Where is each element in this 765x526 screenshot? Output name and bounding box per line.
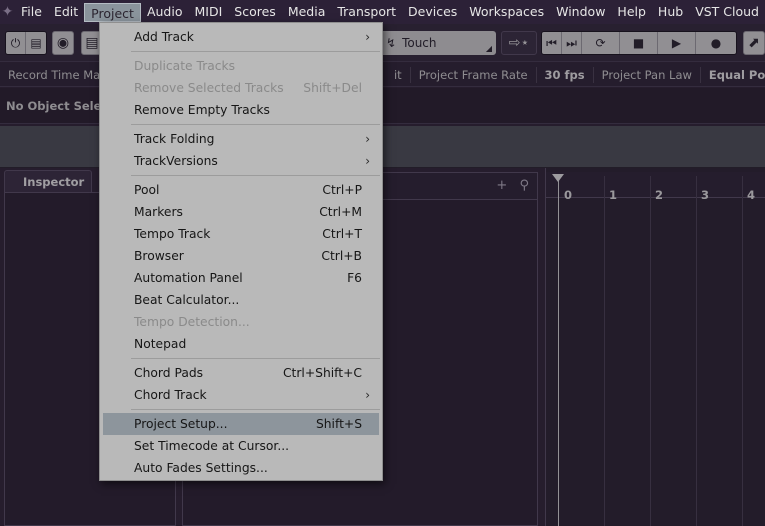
menu-separator [131,124,380,125]
menu-item-chord-track[interactable]: Chord Track › [103,384,379,406]
menu-item-remove-empty-tracks[interactable]: Remove Empty Tracks [103,99,379,121]
menu-item-duplicate-tracks[interactable]: Duplicate Tracks [103,55,379,77]
ruler-tick-0: 0 [564,188,573,202]
info-cut-label: it [386,66,411,83]
stop-icon[interactable]: ■ [620,32,658,54]
ruler-tick-4: 4 [747,188,756,202]
layout-icon[interactable]: ▤ [26,32,46,54]
menu-vst-cloud[interactable]: VST Cloud [689,0,765,24]
menu-item-add-track[interactable]: Add Track › [103,26,379,48]
menu-workspaces[interactable]: Workspaces [463,0,550,24]
menu-audio[interactable]: Audio [141,0,189,24]
menu-item-set-timecode-at-cursor[interactable]: Set Timecode at Cursor... [103,435,379,457]
menu-item-markers[interactable]: Markers Ctrl+M [103,201,379,223]
goto-start-icon[interactable]: ⏮ [542,32,562,54]
menu-hub[interactable]: Hub [652,0,689,24]
grid-line [696,176,697,526]
tab-inspector[interactable]: Inspector [4,170,92,192]
automation-mode-icon: ↯ [386,36,397,50]
menu-separator [131,358,380,359]
automation-mode-value: Touch [402,36,437,50]
grid-line [650,176,651,526]
goto-end-icon[interactable]: ⏭ [562,32,582,54]
menu-item-trackversions[interactable]: TrackVersions › [103,150,379,172]
menu-help[interactable]: Help [611,0,652,24]
menu-separator [131,51,380,52]
step-input-icon[interactable]: ⇨⋆ [501,31,537,55]
pan-law-label[interactable]: Project Pan Law [594,66,701,83]
transport-controls: ⏮ ⏭ ⟳ ■ ▶ ● [541,31,737,55]
menu-project[interactable]: Project [84,3,141,22]
frame-rate-label[interactable]: Project Frame Rate [411,66,537,83]
add-track-icon[interactable]: + [496,178,507,193]
ruler-tick-1: 1 [609,188,618,202]
menu-item-project-setup[interactable]: Project Setup... Shift+S [103,413,379,435]
pan-law-value[interactable]: Equal Power [701,67,765,83]
menu-devices[interactable]: Devices [402,0,463,24]
menu-media[interactable]: Media [282,0,332,24]
menu-scores[interactable]: Scores [228,0,282,24]
record-icon[interactable]: ● [696,32,736,54]
menu-item-tempo-track[interactable]: Tempo Track Ctrl+T [103,223,379,245]
submenu-arrow-icon: › [365,154,370,168]
menu-item-beat-calculator[interactable]: Beat Calculator... [103,289,379,311]
object-selection-tool-icon[interactable]: ⬈ [743,31,765,55]
menu-item-tempo-detection[interactable]: Tempo Detection... [103,311,379,333]
dropdown-arrow-icon: ◢ [485,44,492,53]
menu-transport[interactable]: Transport [331,0,402,24]
menu-file[interactable]: File [15,0,48,24]
project-cursor-head-icon[interactable] [552,174,564,182]
menu-separator [131,409,380,410]
menu-item-automation-panel[interactable]: Automation Panel F6 [103,267,379,289]
grid-line [742,176,743,526]
menu-item-remove-selected-tracks[interactable]: Remove Selected Tracks Shift+Del [103,77,379,99]
menu-edit[interactable]: Edit [48,0,84,24]
menu-item-browser[interactable]: Browser Ctrl+B [103,245,379,267]
menu-item-chord-pads[interactable]: Chord Pads Ctrl+Shift+C [103,362,379,384]
submenu-arrow-icon: › [365,388,370,402]
submenu-arrow-icon: › [365,30,370,44]
menu-separator [131,175,380,176]
frame-rate-value[interactable]: 30 fps [537,66,594,83]
menu-midi[interactable]: MIDI [188,0,228,24]
ruler-tick-3: 3 [701,188,710,202]
menu-item-track-folding[interactable]: Track Folding › [103,128,379,150]
grid-line [604,176,605,526]
submenu-arrow-icon: › [365,132,370,146]
menu-bar: ✦ File Edit Project Audio MIDI Scores Me… [0,0,765,24]
project-menu-dropdown: Add Track › Duplicate Tracks Remove Selec… [99,22,383,481]
project-arrange-area[interactable]: 0 1 2 3 4 [545,168,765,526]
search-icon[interactable]: ⚲ [519,178,529,193]
constrain-delay-icon[interactable]: ◉ [52,31,74,55]
project-cursor[interactable] [558,176,559,526]
menu-item-pool[interactable]: Pool Ctrl+P [103,179,379,201]
play-icon[interactable]: ▶ [658,32,696,54]
ruler-tick-2: 2 [655,188,664,202]
cycle-icon[interactable]: ⟳ [582,32,620,54]
menu-item-notepad[interactable]: Notepad [103,333,379,355]
power-icon[interactable]: ⏻ [6,32,27,54]
automation-mode-select[interactable]: ↯ Touch ◢ [380,31,496,55]
cubase-logo-icon[interactable]: ✦ [0,0,15,24]
window-layout-buttons: ⏻ ▤ [5,31,47,55]
menu-item-auto-fades-settings[interactable]: Auto Fades Settings... [103,457,379,479]
menu-window[interactable]: Window [550,0,611,24]
ruler[interactable]: 0 1 2 3 4 [546,172,765,202]
